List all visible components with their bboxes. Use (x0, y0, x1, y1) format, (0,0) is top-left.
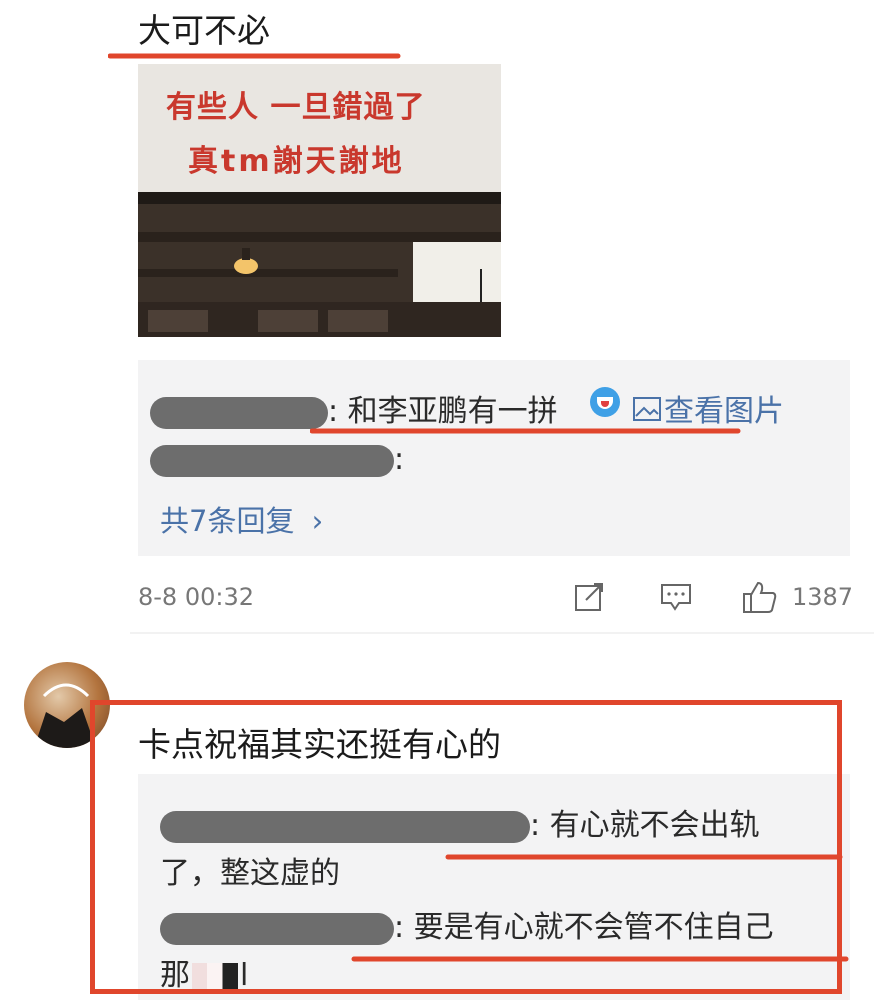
comment-icon[interactable] (660, 582, 692, 616)
share-icon[interactable] (574, 582, 606, 616)
annotation-underline (310, 428, 741, 434)
redacted-username (150, 444, 394, 477)
comment-text: 大可不必 (138, 11, 270, 50)
emoji-icon (590, 387, 620, 417)
reply-text: : (394, 442, 405, 477)
reply-item[interactable]: : (150, 442, 404, 477)
image-caption-line1: 有些人 一旦錯過了 (166, 90, 426, 125)
annotation-underline (108, 53, 401, 59)
comment-timestamp: 8-8 00:32 (138, 583, 254, 611)
like-icon[interactable] (742, 580, 778, 618)
image-caption-line2: 真tm謝天謝地 (188, 144, 405, 179)
divider (130, 632, 874, 634)
redacted-username (150, 396, 328, 429)
annotation-frame (90, 700, 842, 994)
comment-image[interactable]: 有些人 一旦錯過了 真tm謝天謝地 (138, 64, 501, 337)
like-count: 1387 (792, 583, 854, 611)
avatar-top[interactable] (16, 0, 106, 32)
chevron-right-icon: › (311, 504, 324, 538)
more-replies-link[interactable]: 共7条回复 › (160, 498, 323, 540)
